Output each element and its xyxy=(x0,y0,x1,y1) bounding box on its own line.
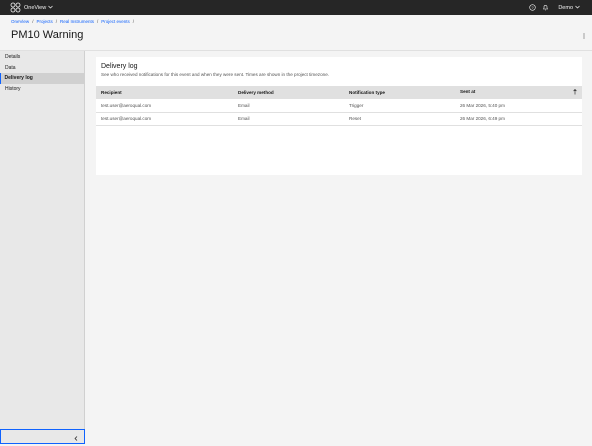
breadcrumb-link-project-events[interactable]: Project events xyxy=(101,19,130,24)
breadcrumb-link-projects[interactable]: Projects xyxy=(36,19,52,24)
sidebar-item-label: Delivery log xyxy=(4,75,33,82)
table-row: test.user@aeroqual.com Email Trigger 26 … xyxy=(96,99,582,112)
breadcrumb-separator: / xyxy=(55,19,57,24)
top-bar: OneView ? Demo xyxy=(0,0,592,15)
sidebar-item-label: History xyxy=(5,85,21,92)
cell-sent-at: 26 Mar 2026, 6:49 pm xyxy=(460,116,505,121)
sidebar-item-details[interactable]: Details xyxy=(0,52,84,63)
breadcrumb-separator: / xyxy=(132,19,135,24)
column-header-sent-at[interactable]: Sent at xyxy=(455,86,582,99)
collapse-sidebar-button[interactable] xyxy=(0,429,85,444)
app-logo-icon[interactable] xyxy=(10,2,21,13)
sidebar-item-data[interactable]: Data xyxy=(0,63,84,74)
app-switcher[interactable]: OneView xyxy=(24,5,53,11)
section-title: Delivery log xyxy=(101,63,138,70)
cell-recipient: test.user@aeroqual.com xyxy=(101,102,152,108)
svg-text:?: ? xyxy=(532,5,535,10)
sidebar-item-history[interactable]: History xyxy=(0,84,84,95)
help-icon[interactable]: ? xyxy=(529,4,536,11)
chevron-down-icon xyxy=(48,5,53,11)
cell-delivery-method: Email xyxy=(238,102,250,108)
sidebar-nav: Details Data Delivery log History xyxy=(0,51,85,444)
column-header-delivery-method[interactable]: Delivery method xyxy=(233,86,344,99)
breadcrumb-link-oneview[interactable]: OneView xyxy=(11,19,29,24)
sidebar-item-label: Data xyxy=(5,64,16,71)
cell-notification-type: Reset xyxy=(349,116,362,121)
chevron-left-icon xyxy=(74,428,78,446)
cell-notification-type: Trigger xyxy=(349,102,364,108)
breadcrumb-separator: / xyxy=(97,19,99,24)
column-header-notification-type[interactable]: Notification type xyxy=(344,86,455,99)
overflow-menu-icon[interactable] xyxy=(582,32,586,40)
cell-recipient: test.user@aeroqual.com xyxy=(101,116,152,121)
sidebar-item-delivery-log[interactable]: Delivery log xyxy=(0,73,84,84)
column-header-label: Sent at xyxy=(460,88,476,94)
column-header-recipient[interactable]: Recipient xyxy=(96,86,233,99)
breadcrumb-link-real-instruments[interactable]: Real Instruments xyxy=(60,19,94,24)
breadcrumb-separator: / xyxy=(32,19,34,24)
cell-sent-at: 26 Mar 2026, 5:40 pm xyxy=(460,102,505,108)
section-description: See who received notifications for this … xyxy=(101,72,330,77)
app-name: OneView xyxy=(24,4,47,11)
delivery-log-card: Delivery log See who received notificati… xyxy=(96,57,582,175)
sort-ascending-icon[interactable] xyxy=(573,88,577,97)
user-menu[interactable]: Demo xyxy=(558,5,580,11)
delivery-log-table: Recipient Delivery method Notification t… xyxy=(96,86,582,126)
main-content: Delivery log See who received notificati… xyxy=(85,51,592,444)
sidebar-item-label: Details xyxy=(5,54,21,61)
breadcrumb: OneView / Projects / Real Instruments / … xyxy=(11,19,134,24)
page-title: PM10 Warning xyxy=(11,29,84,41)
cell-delivery-method: Email xyxy=(238,116,250,121)
user-name: Demo xyxy=(558,4,573,11)
table-row: test.user@aeroqual.com Email Reset 26 Ma… xyxy=(96,112,582,125)
chevron-down-icon xyxy=(575,5,580,11)
table-header-row: Recipient Delivery method Notification t… xyxy=(96,86,582,99)
page-header: OneView / Projects / Real Instruments / … xyxy=(0,15,592,51)
bell-icon[interactable] xyxy=(542,4,549,11)
